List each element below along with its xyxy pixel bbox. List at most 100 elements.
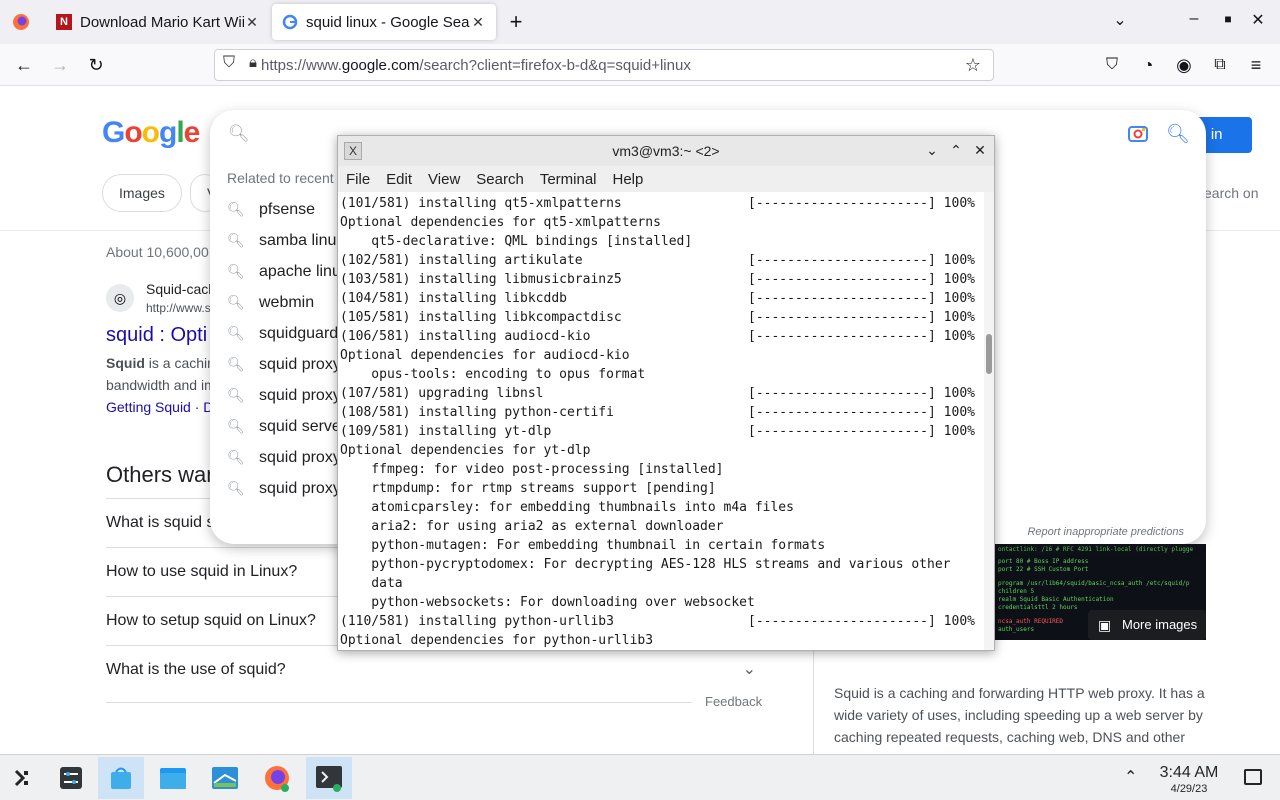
clock-date[interactable]: 4/29/23 <box>1152 783 1226 795</box>
report-predictions-link[interactable]: Report inappropriate predictions <box>1027 526 1184 538</box>
url-bar[interactable]: ⛉ 🔒︎ https://www.google.com/search?clien… <box>214 49 994 81</box>
logo-letter: e <box>183 116 201 149</box>
reload-icon[interactable]: ↻ <box>82 52 110 78</box>
suggestion-item[interactable]: 🔍︎ squid proxy <box>227 380 341 411</box>
terminal-line: (106/581) installing audiocd-kio <box>340 329 591 344</box>
extensions-icon[interactable]: ⧉ <box>1206 52 1234 78</box>
suggestion-text: squid proxy <box>259 479 341 497</box>
menu-help[interactable]: Help <box>613 171 644 188</box>
clock-time[interactable]: 3:44 AM <box>1152 764 1226 782</box>
search-icon: 🔍︎ <box>227 480 245 496</box>
search-icon: 🔍︎ <box>227 356 245 372</box>
suggestion-item[interactable]: 🔍︎ squidguard <box>227 318 341 349</box>
maximize-icon[interactable]: ⌃ <box>946 140 966 160</box>
close-window-icon[interactable]: ✕ <box>1246 10 1270 30</box>
close-icon[interactable]: ✕ <box>970 140 990 160</box>
url-text[interactable]: https://www.google.com/search?client=fir… <box>261 57 691 74</box>
suggestion-text: samba linu <box>259 231 337 249</box>
search-icon: 🔍︎ <box>227 201 245 217</box>
progress-bar-text: [----------------------] 100% <box>748 272 975 287</box>
back-icon[interactable]: ← <box>10 52 38 78</box>
result-title-link[interactable]: squid : Opti <box>106 324 207 347</box>
tab-squid-linux[interactable]: squid linux - Google Search ✕ <box>272 4 496 40</box>
app-launcher-icon[interactable] <box>0 757 46 799</box>
paa-question: What is the use of squid? <box>106 661 286 678</box>
tab-mario-kart[interactable]: N Download Mario Kart Wii ✕ <box>46 4 270 40</box>
google-logo[interactable]: Google <box>102 116 201 150</box>
more-images-button[interactable]: ▣ More images <box>1088 610 1206 640</box>
terminal-icon[interactable] <box>306 757 352 799</box>
progress-bar-text: [----------------------] 100% <box>748 291 975 306</box>
feedback-divider <box>106 702 692 703</box>
close-tab-icon[interactable]: ✕ <box>470 14 486 31</box>
menu-terminal[interactable]: Terminal <box>540 171 597 188</box>
search-icon: 🔍︎ <box>227 418 245 434</box>
suggestion-list: 🔍︎ pfsense 🔍︎ samba linu 🔍︎ apache linu 🔍︎ w… <box>227 194 341 504</box>
search-on-text: earch on <box>1204 185 1259 201</box>
file-manager-icon[interactable] <box>150 757 196 799</box>
image-text: credentialsttl 2 hours <box>998 604 1078 611</box>
suggestion-item[interactable]: 🔍︎ squid proxy <box>227 473 341 504</box>
result-snippet: Squid is a cachin <box>106 355 215 371</box>
suggestion-item[interactable]: 🔍︎ squid proxy <box>227 349 341 380</box>
terminal-line: atomicparsley: for embedding thumbnails … <box>340 500 794 515</box>
suggestion-text: squid proxy <box>259 386 341 404</box>
lock-icon[interactable]: 🔒︎ <box>249 54 257 71</box>
suggestion-item[interactable]: 🔍︎ squid proxy <box>227 442 341 473</box>
system-settings-icon[interactable] <box>48 757 94 799</box>
menu-search[interactable]: Search <box>476 171 524 188</box>
suggestion-item[interactable]: 🔍︎ webmin <box>227 287 341 318</box>
column-divider <box>813 646 814 754</box>
search-icon: 🔍︎ <box>227 387 245 403</box>
tab-title: squid linux - Google Search <box>306 13 470 31</box>
chip-images[interactable]: Images <box>102 174 182 212</box>
menu-view[interactable]: View <box>428 171 460 188</box>
logo-letter: g <box>159 116 177 149</box>
google-lens-icon[interactable] <box>1128 124 1148 147</box>
image-text: port 80 # Boss IP address <box>998 558 1089 565</box>
terminal-line: Optional dependencies for yt-dlp <box>340 443 591 458</box>
feedback-link[interactable]: Feedback <box>705 694 762 709</box>
maximize-icon[interactable]: ■ <box>1216 12 1240 26</box>
progress-bar-text: [----------------------] 100% <box>748 329 975 344</box>
list-all-tabs-icon[interactable]: ⌄ <box>1108 10 1132 30</box>
system-tray-expand-icon[interactable]: ⌃ <box>1124 767 1137 787</box>
account-icon[interactable]: ◉ <box>1170 52 1198 78</box>
squid-favicon-icon: ◎ <box>106 284 134 312</box>
suggestion-text: pfsense <box>259 200 316 218</box>
progress-bar-text: [----------------------] 100% <box>748 253 975 268</box>
suggestion-item[interactable]: 🔍︎ samba linu <box>227 225 341 256</box>
minimize-icon[interactable]: – <box>1182 10 1206 28</box>
bookmark-star-icon[interactable]: ☆ <box>965 55 981 76</box>
close-tab-icon[interactable]: ✕ <box>244 14 260 31</box>
terminal-line: ffmpeg: for video post-processing [insta… <box>340 462 724 477</box>
result-sitelinks[interactable]: Getting Squid · D <box>106 399 213 415</box>
firefox-view-button[interactable] <box>0 0 42 44</box>
terminal-titlebar[interactable]: X vm3@vm3:~ <2> ⌄ ⌃ ✕ <box>338 136 994 166</box>
paa-item[interactable]: What is the use of squid? ⌄ <box>106 645 756 693</box>
forward-icon[interactable]: → <box>46 52 74 78</box>
terminal-output[interactable]: (101/581) installing qt5-xmlpatterns [---… <box>338 192 984 650</box>
screen: N Download Mario Kart Wii ✕ squid linux … <box>0 0 1280 800</box>
suggestion-text: squid proxy <box>259 448 341 466</box>
show-desktop-icon[interactable] <box>1244 769 1262 785</box>
sync-icon[interactable]: ◔ <box>1134 52 1162 78</box>
scrollbar-thumb[interactable] <box>986 334 992 375</box>
menu-icon[interactable]: ≡ <box>1242 52 1270 78</box>
new-tab-button[interactable]: + <box>502 8 530 36</box>
suggestion-item[interactable]: 🔍︎ squid serve <box>227 411 341 442</box>
minimize-icon[interactable]: ⌄ <box>922 140 942 160</box>
suggestion-item[interactable]: 🔍︎ pfsense <box>227 194 341 225</box>
terminal-scrollbar[interactable] <box>984 192 994 650</box>
virt-manager-icon[interactable] <box>202 757 248 799</box>
search-submit-icon[interactable]: 🔍︎ <box>1166 122 1190 146</box>
menu-edit[interactable]: Edit <box>386 171 412 188</box>
discover-store-icon[interactable] <box>98 757 144 799</box>
shield-icon[interactable]: ⛉ <box>223 54 235 72</box>
suggestion-item[interactable]: 🔍︎ apache linu <box>227 256 341 287</box>
pocket-icon[interactable]: ⛉ <box>1098 52 1126 78</box>
menu-file[interactable]: File <box>346 171 370 188</box>
firefox-icon[interactable] <box>254 757 300 799</box>
result-snippet-2: bandwidth and im <box>106 377 216 393</box>
image-text: ontactlink: /16 # RFC 4291 link-local (d… <box>998 546 1194 553</box>
